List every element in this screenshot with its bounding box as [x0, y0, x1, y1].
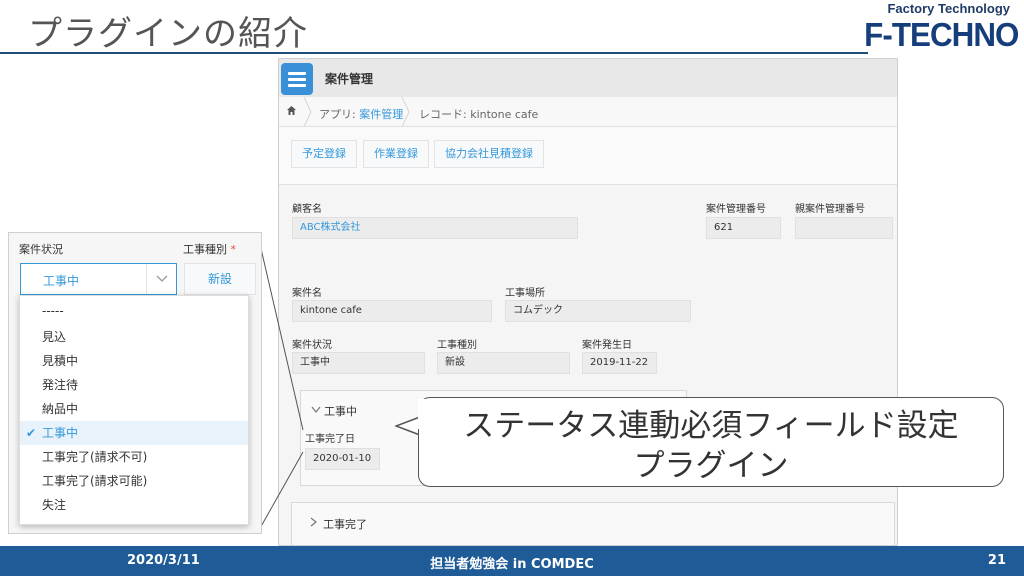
type-field: 新設 — [437, 352, 570, 374]
status-field: 工事中 — [292, 352, 425, 374]
brand-tagline: Factory Technology — [887, 1, 1010, 16]
parent-no-label: 親案件管理番号 — [795, 204, 865, 215]
breadcrumb-app[interactable]: アプリ: 案件管理 — [319, 106, 403, 122]
breadcrumb-separator-icon — [303, 97, 312, 127]
site-label: 工事場所 — [505, 288, 545, 299]
chevron-down-icon[interactable] — [311, 406, 321, 414]
callout-bubble: ステータス連動必須フィールド設定 プラグイン — [418, 397, 1004, 487]
type-select-button[interactable]: 新設 — [184, 263, 256, 295]
partner-estimate-button[interactable]: 協力会社見積登録 — [434, 140, 544, 168]
status-select-value: 工事中 — [43, 274, 80, 288]
check-icon: ✔ — [26, 426, 37, 440]
group-in-progress-title[interactable]: 工事中 — [324, 403, 357, 419]
status-option[interactable]: 見積中 — [20, 349, 248, 373]
done-date-label: 工事完了日 — [305, 434, 355, 445]
breadcrumb-app-link[interactable]: 案件管理 — [359, 108, 403, 121]
zoom-status-label: 案件状況 — [19, 243, 63, 256]
type-label: 工事種別 — [437, 340, 477, 351]
group-completed-title[interactable]: 工事完了 — [323, 516, 367, 532]
case-name-label: 案件名 — [292, 288, 322, 299]
app-list-icon[interactable] — [281, 63, 313, 95]
action-toolbar: 予定登録 作業登録 協力会社見積登録 — [279, 127, 897, 185]
status-option[interactable]: 失注 — [20, 493, 248, 517]
breadcrumb: アプリ: 案件管理 レコード: kintone cafe — [279, 97, 897, 127]
breadcrumb-record: レコード: kintone cafe — [419, 108, 539, 121]
breadcrumb-app-prefix: アプリ: — [319, 108, 360, 121]
brand-logo: F-TECHNO — [863, 16, 1019, 53]
status-option-selected-label: 工事中 — [42, 426, 79, 440]
zoom-type-label: 工事種別 * — [183, 241, 236, 257]
status-option[interactable]: 納品中 — [20, 397, 248, 421]
status-dropdown-menu: ----- 見込 見積中 発注待 納品中 ✔ 工事中 工事完了(請求不可) 工事… — [19, 295, 249, 525]
date-label: 案件発生日 — [582, 340, 632, 351]
group-completed: 工事完了 — [291, 502, 895, 545]
footer-page-number: 21 — [987, 553, 1006, 568]
status-select-toggle[interactable] — [146, 264, 176, 294]
home-icon[interactable] — [286, 105, 297, 119]
status-option[interactable]: ----- — [20, 299, 248, 323]
chevron-right-icon[interactable] — [310, 517, 318, 527]
date-field: 2019-11-22 — [582, 352, 657, 374]
status-option[interactable]: 見込 — [20, 325, 248, 349]
callout-line-2: プラグイン — [633, 448, 789, 484]
site-field: コムデック — [505, 300, 691, 322]
title-rule — [0, 52, 868, 54]
mgmt-no-field: 621 — [706, 217, 781, 239]
required-mark: * — [230, 243, 237, 256]
slide-title: プラグインの紹介 — [28, 14, 308, 54]
slide-footer: 担当者勉強会 in COMDEC 2020/3/11 21 — [0, 546, 1024, 576]
work-register-button[interactable]: 作業登録 — [363, 140, 429, 168]
chevron-down-icon — [156, 275, 168, 282]
callout-line-1: ステータス連動必須フィールド設定 — [463, 408, 959, 444]
mgmt-no-label: 案件管理番号 — [706, 204, 766, 215]
record-form: 顧客名 ABC株式会社 案件管理番号 621 親案件管理番号 案件名 kinto… — [279, 186, 897, 545]
schedule-register-button[interactable]: 予定登録 — [291, 140, 357, 168]
status-label: 案件状況 — [292, 340, 332, 351]
customer-field[interactable]: ABC株式会社 — [292, 217, 578, 239]
customer-label: 顧客名 — [292, 204, 322, 215]
app-title: 案件管理 — [325, 72, 374, 86]
status-option-selected[interactable]: ✔ 工事中 — [20, 421, 248, 445]
status-option[interactable]: 工事完了(請求可能) — [20, 469, 248, 493]
status-option[interactable]: 工事完了(請求不可) — [20, 445, 248, 469]
breadcrumb-separator-icon — [401, 97, 410, 127]
case-name-field: kintone cafe — [292, 300, 492, 322]
callout-tail-mask — [418, 399, 426, 429]
status-option[interactable]: 発注待 — [20, 373, 248, 397]
footer-date: 2020/3/11 — [127, 553, 200, 568]
zoom-type-label-text: 工事種別 — [183, 243, 227, 256]
app-header: 案件管理 — [279, 59, 897, 97]
done-date-field[interactable]: 2020-01-10 — [305, 448, 380, 470]
parent-no-field — [795, 217, 893, 239]
status-select[interactable]: 工事中 — [20, 263, 177, 295]
